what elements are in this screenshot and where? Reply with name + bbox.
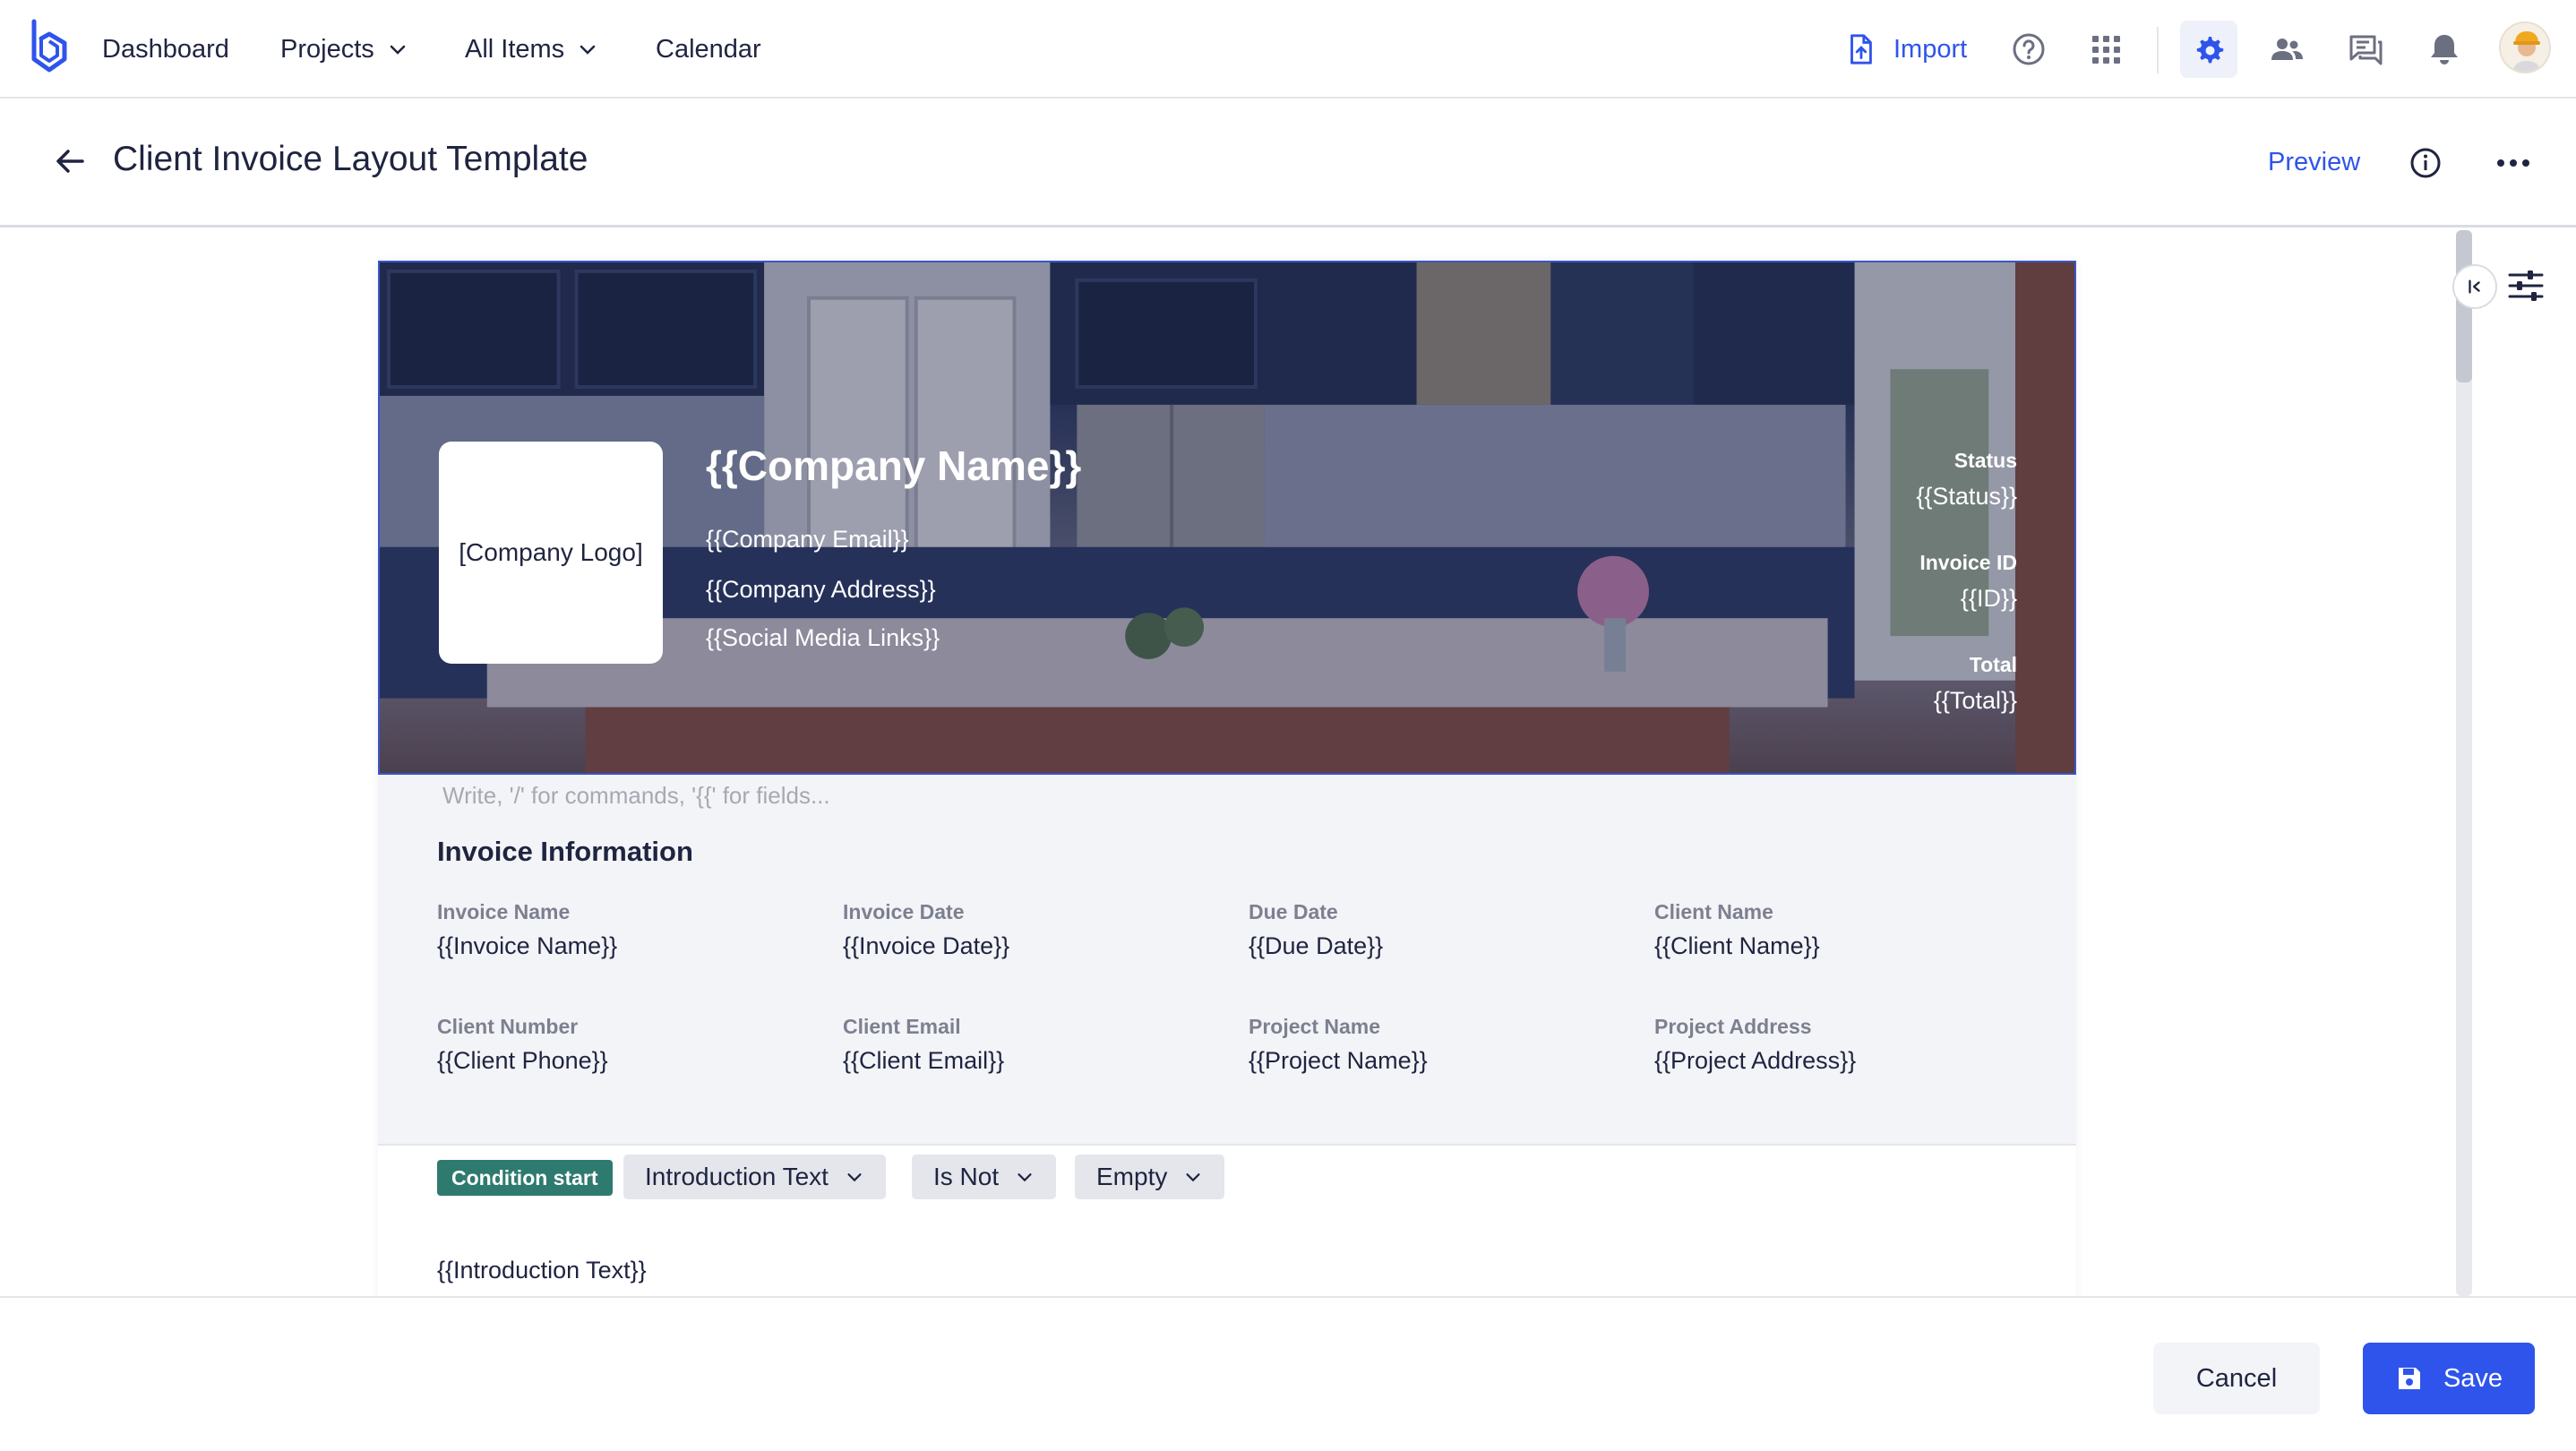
preview-button[interactable]: Preview [2268, 148, 2360, 177]
user-avatar[interactable] [2499, 21, 2551, 73]
condition-field-select[interactable]: Introduction Text [623, 1155, 886, 1199]
company-email-field[interactable]: {{Company Email}} [706, 526, 909, 554]
field-value[interactable]: {{Client Phone}} [437, 1047, 608, 1075]
action-footer: Cancel Save [0, 1296, 2576, 1451]
nav-projects[interactable]: Projects [280, 32, 408, 66]
info-icon[interactable] [2408, 145, 2443, 181]
chevron-down-icon [1186, 1173, 1200, 1182]
top-navigation: Dashboard Projects All Items Calendar Im… [0, 0, 2576, 99]
condition-value-select[interactable]: Empty [1075, 1155, 1225, 1199]
back-arrow-icon[interactable] [50, 142, 90, 181]
app-logo-icon[interactable] [27, 16, 72, 75]
invoice-document[interactable]: [Company Logo] {{Company Name}} {{Compan… [378, 261, 2076, 1296]
nav-dashboard-label: Dashboard [102, 34, 229, 64]
status-value[interactable]: {{Status}} [1916, 483, 2017, 511]
field-value[interactable]: {{Invoice Name}} [437, 932, 617, 960]
users-icon[interactable] [2264, 27, 2309, 72]
invoice-id-label: Invoice ID [1919, 551, 2017, 574]
nav-projects-label: Projects [280, 34, 374, 64]
field-value[interactable]: {{Project Name}} [1249, 1047, 1428, 1075]
apps-grid-icon[interactable] [2083, 27, 2128, 72]
notifications-bell-icon[interactable] [2422, 27, 2467, 72]
section-title: Invoice Information [437, 836, 693, 867]
invoice-information-section[interactable]: Write, '/' for commands, '{{' for fields… [378, 775, 2076, 1146]
vertical-scrollbar[interactable] [2456, 230, 2472, 1296]
total-value[interactable]: {{Total}} [1934, 687, 2017, 715]
settings-gear-icon[interactable] [2180, 21, 2237, 78]
more-options-icon[interactable] [2494, 147, 2533, 179]
company-logo-placeholder[interactable]: [Company Logo] [439, 442, 663, 664]
nav-dashboard[interactable]: Dashboard [102, 32, 229, 66]
help-icon[interactable] [2006, 27, 2051, 72]
nav-all-items-label: All Items [465, 34, 565, 64]
status-label: Status [1953, 449, 2017, 472]
field-value[interactable]: {{Due Date}} [1249, 932, 1383, 960]
total-label: Total [1969, 653, 2017, 676]
settings-sliders-icon[interactable] [2506, 266, 2546, 305]
field-value[interactable]: {{Invoice Date}} [843, 932, 1009, 960]
nav-calendar[interactable]: Calendar [656, 32, 761, 66]
save-button-label: Save [2443, 1363, 2503, 1393]
nav-all-items[interactable]: All Items [465, 32, 598, 66]
collapse-panel-icon[interactable] [2452, 264, 2497, 309]
condition-operator-value: Is Not [933, 1163, 1000, 1190]
floppy-disk-icon [2398, 1368, 2420, 1389]
field-label: Due Date [1249, 900, 1338, 923]
condition-value-value: Empty [1096, 1163, 1168, 1190]
editor-placeholder[interactable]: Write, '/' for commands, '{{' for fields… [442, 782, 830, 810]
field-label: Project Name [1249, 1015, 1381, 1038]
field-label: Client Email [843, 1015, 961, 1038]
page-title: Client Invoice Layout Template [113, 140, 588, 178]
chevron-down-icon [580, 45, 596, 55]
condition-start-badge: Condition start [437, 1160, 613, 1196]
import-label: Import [1893, 34, 1968, 64]
social-media-links-field[interactable]: {{Social Media Links}} [706, 624, 940, 652]
chevron-down-icon [847, 1173, 862, 1182]
import-button[interactable]: Import [1843, 27, 1967, 72]
save-button[interactable]: Save [2363, 1343, 2535, 1414]
introduction-text-field[interactable]: {{Introduction Text}} [437, 1257, 647, 1284]
company-address-field[interactable]: {{Company Address}} [706, 576, 936, 604]
condition-block: Condition start Introduction Text Is Not… [378, 1147, 2076, 1284]
condition-operator-select[interactable]: Is Not [912, 1155, 1057, 1199]
chevron-down-icon [390, 45, 406, 55]
field-label: Client Name [1654, 900, 1773, 923]
chevron-down-icon [1018, 1173, 1032, 1182]
field-label: Client Number [437, 1015, 579, 1038]
field-value[interactable]: {{Client Name}} [1654, 932, 1820, 960]
invoice-id-value[interactable]: {{ID}} [1961, 585, 2017, 613]
nav-calendar-label: Calendar [656, 34, 761, 64]
invoice-header-banner[interactable]: [Company Logo] {{Company Name}} {{Compan… [378, 261, 2076, 775]
field-value[interactable]: {{Project Address}} [1654, 1047, 1856, 1075]
page-header: Client Invoice Layout Template Preview [0, 100, 2576, 228]
messages-icon[interactable] [2343, 27, 2388, 72]
field-value[interactable]: {{Client Email}} [843, 1047, 1004, 1075]
file-upload-icon [1850, 34, 1872, 64]
avatar-image-icon [2501, 23, 2549, 72]
field-label: Invoice Date [843, 900, 965, 923]
condition-field-value: Introduction Text [645, 1163, 829, 1190]
nav-divider [2157, 27, 2159, 73]
field-label: Invoice Name [437, 900, 571, 923]
cancel-button[interactable]: Cancel [2153, 1343, 2320, 1414]
company-name-field[interactable]: {{Company Name}} [706, 442, 1081, 490]
field-label: Project Address [1654, 1015, 1812, 1038]
editor-canvas: [Company Logo] {{Company Name}} {{Compan… [0, 230, 2576, 1296]
